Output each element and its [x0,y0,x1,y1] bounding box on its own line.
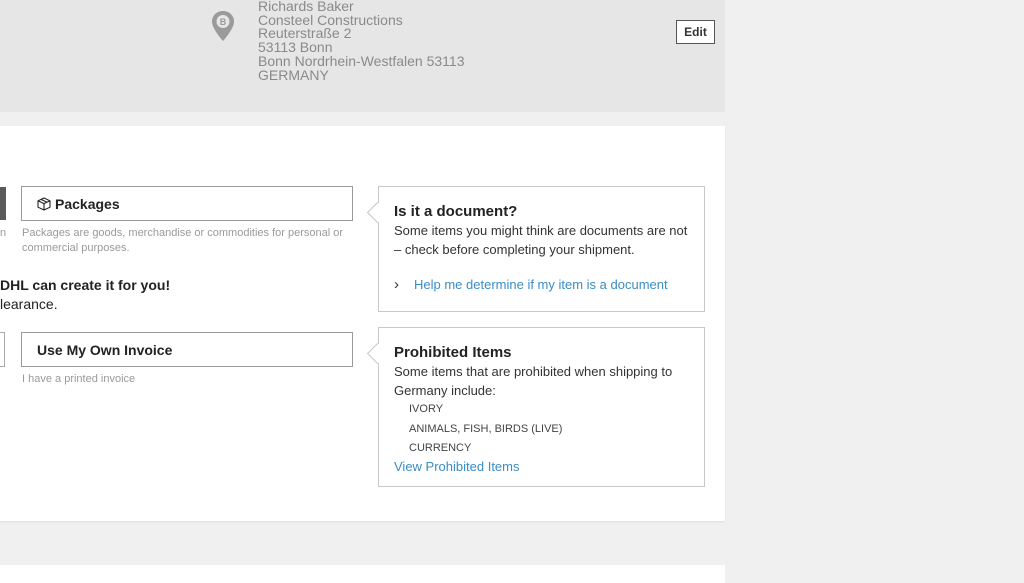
list-item: ANIMALS, FISH, BIRDS (LIVE) [409,422,563,435]
address-lines: Richards Baker Consteel Constructions Re… [258,0,465,82]
invoice-note-bold: DHL can create it for you! [0,277,171,293]
packages-description: Packages are goods, merchandise or commo… [22,227,343,254]
list-item: IVORY [409,403,444,415]
use-own-invoice-label: Use My Own Invoice [37,341,173,358]
view-prohibited-items-link[interactable]: View Prohibited Items [394,459,689,474]
pin-letter: B [220,17,227,27]
use-own-invoice-button[interactable]: Use My Own Invoice [21,332,353,367]
document-help-link[interactable]: Help me determine if my item is a docume… [414,277,668,292]
prohibited-text: Some items that are prohibited when ship… [394,364,673,398]
document-info-box: Is it a document? Some items you might t… [378,186,705,312]
next-section-card [0,565,725,583]
documents-button-partial[interactable] [0,187,6,220]
prohibited-list: IVORY ANIMALS, FISH, BIRDS (LIVE) CURREN… [394,400,689,459]
create-invoice-button-partial[interactable] [0,332,5,367]
own-invoice-description: I have a printed invoice [22,373,136,385]
documents-desc-partial: n [0,227,7,239]
delivery-address-panel: B Richards Baker Consteel Constructions … [0,0,725,112]
address-country: GERMANY [258,66,329,83]
map-pin-icon: B [212,11,234,41]
package-box-icon [37,196,51,211]
invoice-note-line2: learance. [0,296,58,312]
document-help-row: › Help me determine if my item is a docu… [394,277,689,292]
prohibited-title: Prohibited Items [394,344,512,361]
packages-button-label: Packages [55,195,120,212]
list-item: CURRENCY [409,442,472,454]
invoice-note-line1: DHL can create it for you! [0,276,170,295]
document-info-title: Is it a document? [394,203,518,220]
prohibited-items-box: Prohibited Items Some items that are pro… [378,327,705,487]
edit-address-button[interactable]: Edit [676,20,715,44]
document-info-text: Some items you might think are documents… [394,223,688,257]
packages-button[interactable]: Packages [21,186,353,221]
shipment-details-card: n Packages Packages are goods, merchandi… [0,126,725,521]
chevron-right-icon: › [394,276,399,293]
